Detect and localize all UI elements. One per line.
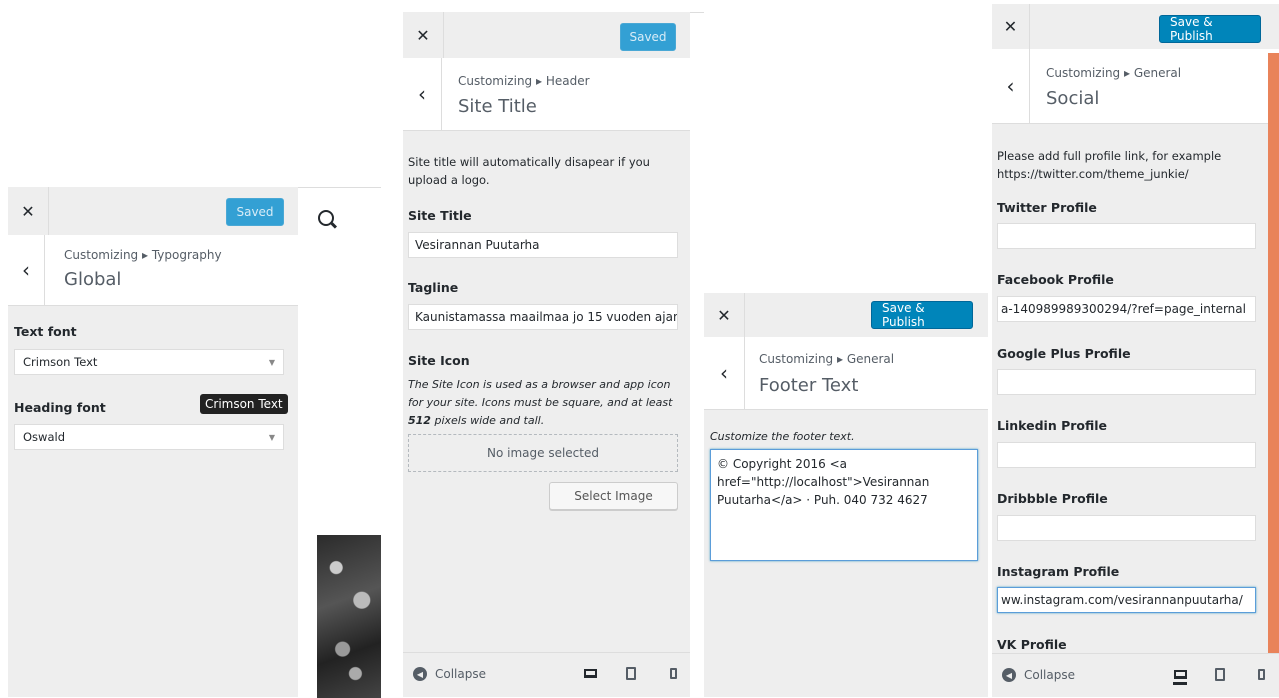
section-header: ‹ Customizing ▸ Typography Global bbox=[8, 235, 298, 306]
saved-button: Saved bbox=[226, 198, 284, 226]
back-chevron-icon[interactable]: ‹ bbox=[403, 58, 442, 130]
desktop-preview-icon[interactable] bbox=[583, 665, 597, 681]
facebook-label: Facebook Profile bbox=[997, 272, 1114, 287]
instagram-input[interactable]: ww.instagram.com/vesirannanpuutarha/ bbox=[997, 587, 1256, 613]
collapse-icon: ◀ bbox=[1002, 668, 1016, 682]
collapse-button[interactable]: ◀ Collapse bbox=[1002, 668, 1075, 682]
heading-font-select[interactable]: Oswald ▼ bbox=[14, 424, 284, 450]
googleplus-input[interactable] bbox=[997, 369, 1256, 395]
site-icon-desc-text: The Site Icon is used as a browser and a… bbox=[408, 378, 673, 409]
saved-button: Saved bbox=[620, 23, 676, 51]
dropdown-arrow-icon: ▼ bbox=[268, 432, 275, 442]
site-icon-desc-text-end: pixels wide and tall. bbox=[434, 414, 545, 427]
breadcrumb: Customizing ▸ Header bbox=[458, 74, 590, 88]
twitter-label: Twitter Profile bbox=[997, 200, 1097, 215]
breadcrumb: Customizing ▸ Typography bbox=[64, 248, 222, 262]
search-icon-handle bbox=[330, 222, 338, 229]
typography-panel: ✕ Saved ‹ Customizing ▸ Typography Globa… bbox=[8, 187, 298, 697]
section-title: Global bbox=[64, 269, 122, 290]
collapse-label: Collapse bbox=[1024, 668, 1075, 682]
text-font-select[interactable]: Crimson Text ▼ bbox=[14, 349, 284, 375]
section-header: ‹ Customizing ▸ General Footer Text bbox=[704, 337, 988, 410]
footer-textarea[interactable]: © Copyright 2016 <a href="http://localho… bbox=[710, 449, 978, 561]
section-title: Footer Text bbox=[759, 375, 859, 396]
desktop-preview-icon[interactable] bbox=[1173, 666, 1187, 685]
logo-notice: Site title will automatically disapear i… bbox=[408, 155, 650, 187]
select-image-button[interactable]: Select Image bbox=[549, 482, 678, 510]
social-notice: Please add full profile link, for exampl… bbox=[997, 149, 1222, 181]
customizer-footer: ◀ Collapse bbox=[403, 652, 690, 697]
tooltip: Crimson Text bbox=[200, 394, 288, 414]
site-icon-description: The Site Icon is used as a browser and a… bbox=[408, 376, 678, 430]
back-chevron-icon[interactable]: ‹ bbox=[992, 49, 1030, 123]
vk-label: VK Profile bbox=[997, 637, 1067, 652]
site-icon-desc-size: 512 bbox=[408, 414, 431, 427]
save-publish-button[interactable]: Save & Publish bbox=[1159, 15, 1261, 43]
back-chevron-icon[interactable]: ‹ bbox=[704, 337, 745, 409]
customizer-footer: ◀ Collapse bbox=[992, 653, 1279, 697]
linkedin-label: Linkedin Profile bbox=[997, 418, 1108, 433]
back-chevron-icon[interactable]: ‹ bbox=[8, 235, 45, 305]
site-title-label: Site Title bbox=[408, 208, 472, 223]
heading-font-value: Oswald bbox=[23, 430, 65, 444]
section-title: Site Title bbox=[458, 96, 537, 117]
dropdown-arrow-icon: ▼ bbox=[268, 357, 275, 367]
text-font-value: Crimson Text bbox=[23, 355, 98, 369]
scrollbar-thumb[interactable] bbox=[1268, 53, 1279, 653]
heading-font-label: Heading font bbox=[14, 400, 106, 415]
twitter-input[interactable] bbox=[997, 223, 1256, 249]
tablet-preview-icon[interactable] bbox=[1213, 666, 1227, 682]
close-icon[interactable]: ✕ bbox=[8, 187, 49, 235]
close-icon[interactable]: ✕ bbox=[403, 12, 444, 58]
preview-area bbox=[298, 187, 381, 698]
instagram-label: Instagram Profile bbox=[997, 564, 1120, 579]
preview-photo bbox=[317, 535, 381, 698]
image-placeholder[interactable]: No image selected bbox=[408, 434, 678, 472]
section-header: ‹ Customizing ▸ Header Site Title bbox=[403, 58, 690, 131]
panel-header: ✕ Save & Publish bbox=[992, 4, 1279, 50]
footer-text-panel: ✕ Save & Publish ‹ Customizing ▸ General… bbox=[704, 293, 988, 697]
tagline-input[interactable]: Kaunistamassa maailmaa jo 15 vuoden ajan bbox=[408, 304, 678, 330]
site-title-panel: ✕ Saved ‹ Customizing ▸ Header Site Titl… bbox=[403, 12, 690, 697]
mobile-preview-icon[interactable] bbox=[666, 665, 680, 681]
section-title: Social bbox=[1046, 88, 1100, 109]
dribbble-label: Dribbble Profile bbox=[997, 491, 1108, 506]
site-icon-label: Site Icon bbox=[408, 353, 470, 368]
social-panel: ✕ Save & Publish ‹ Customizing ▸ General… bbox=[992, 4, 1279, 697]
googleplus-label: Google Plus Profile bbox=[997, 346, 1131, 361]
tagline-label: Tagline bbox=[408, 280, 459, 295]
no-image-text: No image selected bbox=[487, 446, 599, 460]
breadcrumb: Customizing ▸ General bbox=[1046, 66, 1182, 80]
text-font-label: Text font bbox=[14, 324, 77, 339]
mobile-preview-icon[interactable] bbox=[1254, 666, 1268, 682]
save-publish-button[interactable]: Save & Publish bbox=[871, 301, 973, 329]
tablet-preview-icon[interactable] bbox=[624, 665, 638, 681]
panel-header: ✕ Saved bbox=[8, 187, 298, 236]
close-icon[interactable]: ✕ bbox=[992, 4, 1030, 49]
close-icon[interactable]: ✕ bbox=[704, 293, 745, 337]
footer-description: Customize the footer text. bbox=[710, 430, 855, 443]
breadcrumb: Customizing ▸ General bbox=[759, 352, 895, 366]
section-header: ‹ Customizing ▸ General Social bbox=[992, 49, 1279, 124]
panel-header: ✕ Save & Publish bbox=[704, 293, 988, 338]
collapse-label: Collapse bbox=[435, 667, 486, 681]
panel-header: ✕ Saved bbox=[403, 12, 690, 59]
dribbble-input[interactable] bbox=[997, 515, 1256, 541]
collapse-button[interactable]: ◀ Collapse bbox=[413, 667, 486, 681]
site-title-input[interactable]: Vesirannan Puutarha bbox=[408, 232, 678, 258]
linkedin-input[interactable] bbox=[997, 442, 1256, 468]
facebook-input[interactable]: a-140989989300294/?ref=page_internal bbox=[997, 296, 1256, 322]
collapse-icon: ◀ bbox=[413, 667, 427, 681]
preview-edge bbox=[690, 12, 704, 698]
